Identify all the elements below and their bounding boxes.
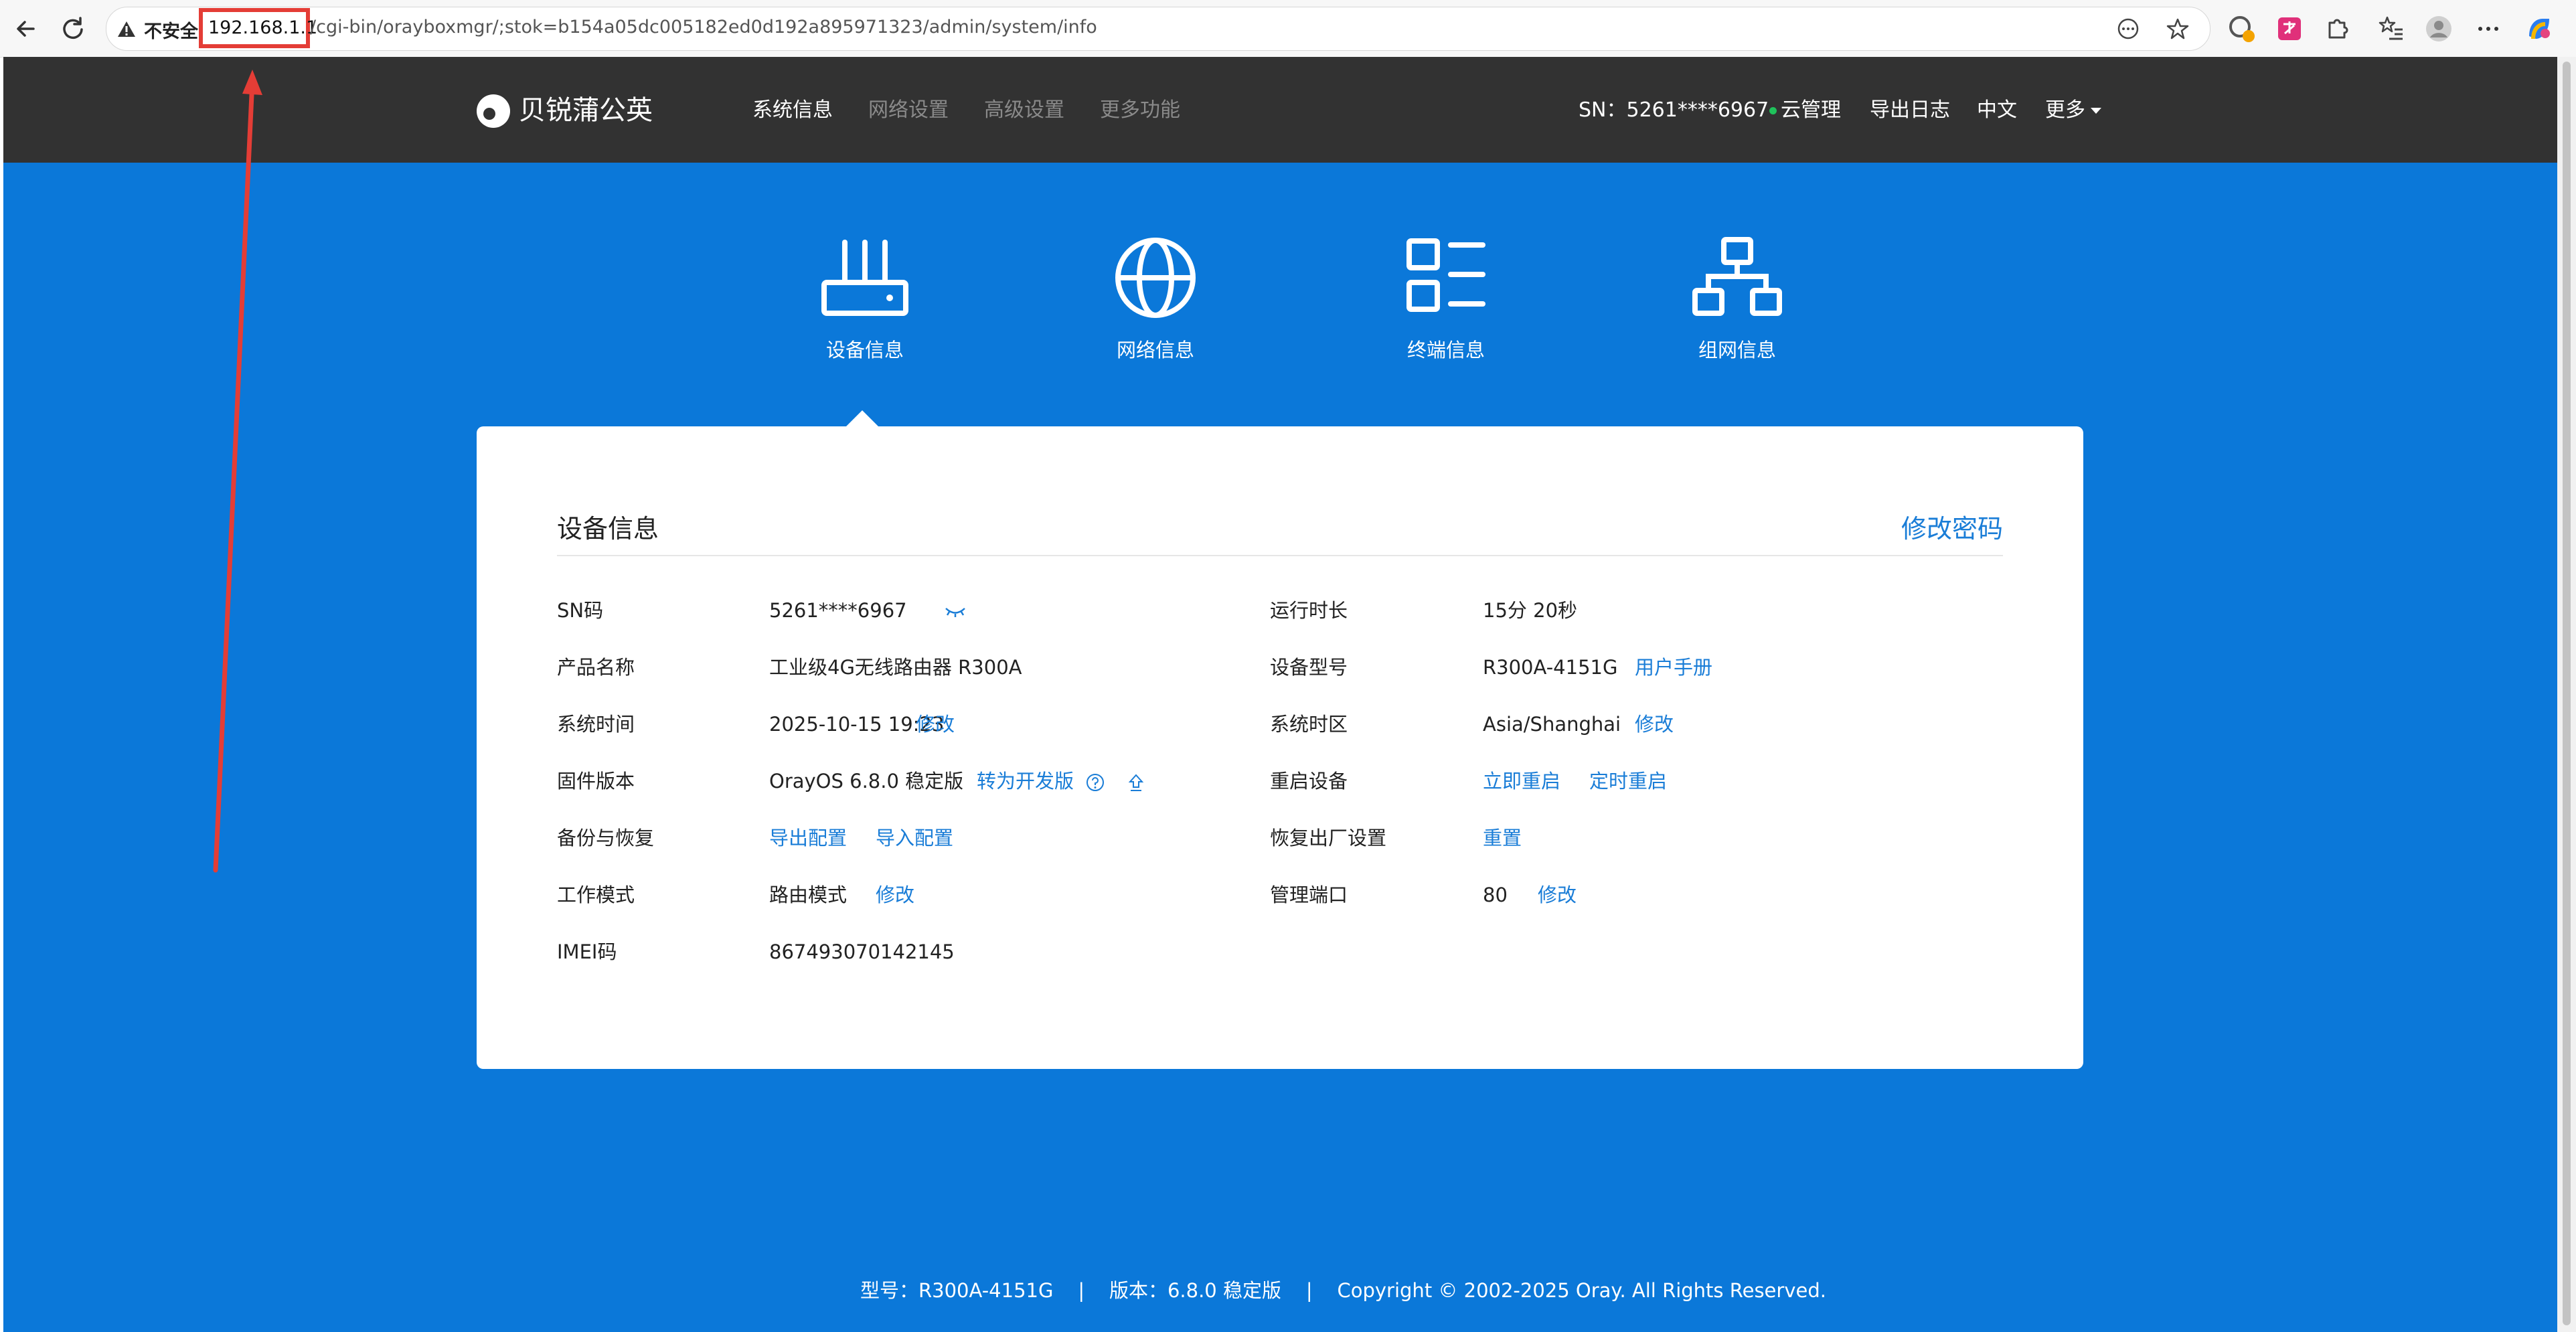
row-label: 工作模式	[557, 884, 635, 906]
export-log-link[interactable]: 导出日志	[1870, 94, 1950, 127]
tab-network-info[interactable]: 网络信息	[1082, 234, 1229, 368]
router-icon	[821, 240, 908, 316]
row-label: IMEI码	[557, 940, 617, 963]
tab-network-info-label: 网络信息	[1116, 339, 1194, 361]
row-label: SN码	[557, 599, 604, 622]
more-menu-icon[interactable]	[2473, 13, 2504, 44]
warning-icon	[118, 21, 135, 37]
app-header: 贝锐蒲公英 系统信息 网络设置 高级设置 更多功能 SN：5261****696…	[3, 57, 2557, 163]
eye-closed-icon[interactable]	[944, 605, 967, 618]
device-info-card: 设备信息 修改密码 SN码 5261****6967 产品名称 工业级4G无线路…	[477, 426, 2083, 1069]
user-manual-link[interactable]: 用户手册	[1635, 651, 1712, 684]
serial-number: SN：5261****6967	[1579, 98, 1769, 122]
row-value-wrap: 5261****6967	[769, 594, 967, 627]
tab-mesh-network-info-label: 组网信息	[1698, 339, 1776, 361]
nav-more-features[interactable]: 更多功能	[1100, 94, 1180, 127]
nav-advanced-settings[interactable]: 高级设置	[984, 94, 1064, 127]
admin-port-value: 80	[1483, 884, 1508, 906]
page-footer: 型号：R300A-4151G | 版本：6.8.0 稳定版 | Copyrigh…	[860, 1279, 1826, 1302]
tab-terminal-info-label: 终端信息	[1406, 339, 1485, 361]
tab-terminal-info[interactable]: 终端信息	[1372, 234, 1520, 368]
export-config-link[interactable]: 导出配置	[769, 821, 847, 855]
insecure-label: 不安全	[144, 21, 198, 42]
imei-value: 867493070142145	[769, 940, 955, 963]
page-options-icon[interactable]	[2116, 17, 2140, 41]
language-switch[interactable]: 中文	[1977, 94, 2017, 127]
address-bar[interactable]: 不安全 192.168.1.1 /cgi-bin/orayboxmgr/;sto…	[106, 7, 2210, 51]
cloud-management[interactable]: 云管理	[1769, 94, 1841, 127]
row-label: 系统时间	[557, 713, 635, 736]
help-icon[interactable]	[1085, 772, 1105, 793]
extension-badge-icon[interactable]	[2227, 13, 2257, 44]
change-password-link[interactable]: 修改密码	[1901, 508, 2003, 545]
row-label: 管理端口	[1270, 884, 1348, 906]
divider	[557, 555, 2003, 556]
refresh-icon[interactable]	[56, 12, 90, 46]
tab-device-info[interactable]: 设备信息	[791, 234, 939, 368]
scrollbar-thumb[interactable]	[2563, 62, 2571, 1325]
row-label: 恢复出厂设置	[1270, 827, 1387, 849]
row-label: 备份与恢复	[557, 827, 655, 849]
row-label: 固件版本	[557, 770, 635, 793]
row-label: 运行时长	[1270, 599, 1348, 622]
cloud-management-label: 云管理	[1781, 98, 1841, 122]
translate-extension-icon[interactable]	[2274, 13, 2305, 44]
row-label: 重启设备	[1270, 770, 1348, 793]
uptime-value: 15分 20秒	[1483, 599, 1578, 622]
profile-avatar-icon[interactable]	[2423, 13, 2454, 44]
online-status-dot	[1769, 107, 1777, 114]
product-name-value: 工业级4G无线路由器 R300A	[769, 656, 1022, 679]
upgrade-icon[interactable]	[1126, 772, 1146, 793]
nav-system-info[interactable]: 系统信息	[752, 94, 833, 127]
firmware-value: OrayOS 6.8.0 稳定版	[769, 770, 964, 793]
puzzle-extensions-icon[interactable]	[2322, 13, 2352, 44]
brand-name: 贝锐蒲公英	[519, 95, 653, 126]
url-host-highlight: 192.168.1.1	[199, 8, 317, 48]
favorites-list-icon[interactable]	[2376, 13, 2407, 44]
url-path: /cgi-bin/orayboxmgr/;stok=b154a05dc00518…	[310, 17, 1097, 37]
terminal-list-icon	[1406, 238, 1485, 312]
switch-to-dev-link[interactable]: 转为开发版	[977, 770, 1074, 793]
globe-icon	[1115, 238, 1196, 318]
work-mode-value: 路由模式	[769, 884, 848, 906]
back-icon[interactable]	[9, 12, 43, 46]
reset-link[interactable]: 重置	[1483, 821, 1522, 855]
row-label: 产品名称	[557, 656, 635, 679]
nav-network-settings[interactable]: 网络设置	[868, 94, 949, 127]
timezone-value: Asia/Shanghai	[1483, 713, 1621, 736]
more-dropdown[interactable]: 更多	[2045, 94, 2101, 127]
oray-logo-icon	[477, 94, 510, 128]
chevron-down-icon	[2091, 108, 2101, 114]
switch-dev-wrap: 转为开发版	[977, 764, 1146, 798]
scheduled-reboot-link[interactable]: 定时重启	[1589, 764, 1667, 798]
edit-timezone-link[interactable]: 修改	[1635, 707, 1674, 741]
browser-toolbar: 不安全 192.168.1.1 /cgi-bin/orayboxmgr/;sto…	[0, 0, 2576, 58]
row-label: 设备型号	[1270, 656, 1348, 679]
edit-work-mode-link[interactable]: 修改	[876, 878, 914, 912]
tab-device-info-label: 设备信息	[825, 339, 904, 361]
sn-value: 5261****6967	[769, 599, 907, 622]
reboot-now-link[interactable]: 立即重启	[1483, 764, 1560, 798]
active-tab-pointer	[845, 410, 880, 428]
row-label: 系统时区	[1270, 713, 1348, 736]
tab-mesh-network-info[interactable]: 组网信息	[1664, 234, 1811, 368]
card-title: 设备信息	[557, 514, 659, 544]
network-topology-icon	[1692, 237, 1782, 316]
edit-port-link[interactable]: 修改	[1538, 878, 1577, 912]
import-config-link[interactable]: 导入配置	[876, 821, 953, 855]
more-label: 更多	[2045, 98, 2085, 122]
edit-time-link[interactable]: 修改	[916, 707, 955, 741]
copilot-icon[interactable]	[2524, 13, 2555, 44]
model-value: R300A-4151G	[1483, 656, 1618, 679]
favorite-star-icon[interactable]	[2166, 17, 2190, 41]
